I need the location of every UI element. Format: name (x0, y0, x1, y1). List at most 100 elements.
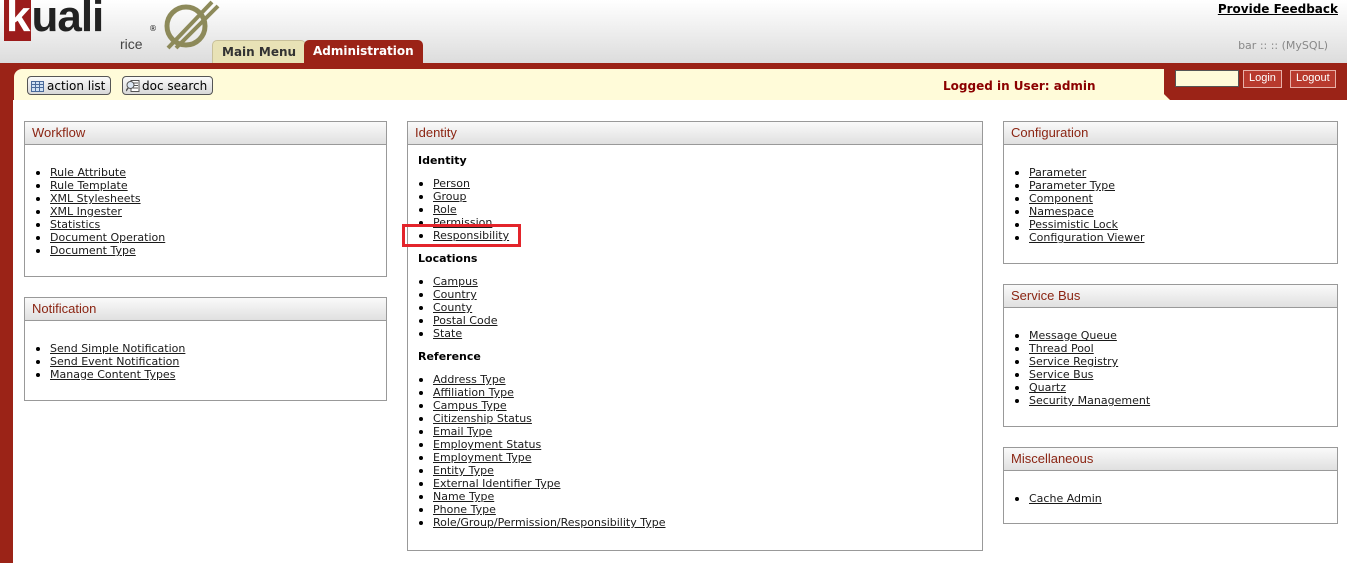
group-heading-identity: Identity (418, 154, 467, 167)
list-item: Campus Type (408, 399, 982, 412)
tab-administration[interactable]: Administration (304, 40, 423, 63)
link-document-operation[interactable]: Document Operation (50, 231, 165, 244)
list-item: XML Ingester (25, 205, 386, 218)
action-list-label: action list (47, 78, 106, 93)
panel-title: Workflow (25, 122, 386, 145)
list-item: Service Bus (1004, 368, 1337, 381)
list-item: Name Type (408, 490, 982, 503)
list-item: Role/Group/Permission/Responsibility Typ… (408, 516, 982, 529)
link-employment-type[interactable]: Employment Type (433, 451, 531, 464)
list-item: Email Type (408, 425, 982, 438)
link-external-identifier-type[interactable]: External Identifier Type (433, 477, 560, 490)
link-rule-template[interactable]: Rule Template (50, 179, 128, 192)
panel-title: Configuration (1004, 122, 1337, 145)
provide-feedback-link[interactable]: Provide Feedback (1218, 2, 1338, 16)
link-statistics[interactable]: Statistics (50, 218, 100, 231)
list-item: Group (408, 190, 982, 203)
panel-title: Miscellaneous (1004, 448, 1337, 471)
database-info: bar :: :: (MySQL) (1238, 39, 1328, 52)
link-pessimistic-lock[interactable]: Pessimistic Lock (1029, 218, 1118, 231)
list-item: Thread Pool (1004, 342, 1337, 355)
login-button[interactable]: Login (1243, 70, 1282, 88)
list-item: Rule Template (25, 179, 386, 192)
link-rule-attribute[interactable]: Rule Attribute (50, 166, 126, 179)
link-send-event-notification[interactable]: Send Event Notification (50, 355, 179, 368)
link-thread-pool[interactable]: Thread Pool (1029, 342, 1094, 355)
link-address-type[interactable]: Address Type (433, 373, 506, 386)
link-citizenship-status[interactable]: Citizenship Status (433, 412, 532, 425)
doc-search-button[interactable]: doc search (122, 76, 214, 95)
link-send-simple-notification[interactable]: Send Simple Notification (50, 342, 185, 355)
link-namespace[interactable]: Namespace (1029, 205, 1094, 218)
link-manage-content-types[interactable]: Manage Content Types (50, 368, 175, 381)
list-item: Quartz (1004, 381, 1337, 394)
link-cache-admin[interactable]: Cache Admin (1029, 492, 1102, 505)
logged-in-user: Logged in User: admin (943, 79, 1096, 93)
list-item: Citizenship Status (408, 412, 982, 425)
list-item: Send Event Notification (25, 355, 386, 368)
panel-title: Notification (25, 298, 386, 321)
list-item: Address Type (408, 373, 982, 386)
table-icon (31, 80, 44, 92)
logout-button[interactable]: Logout (1290, 70, 1336, 88)
list-item: Role (408, 203, 982, 216)
link-security-management[interactable]: Security Management (1029, 394, 1150, 407)
link-country[interactable]: Country (433, 288, 477, 301)
link-person[interactable]: Person (433, 177, 470, 190)
link-xml-stylesheets[interactable]: XML Stylesheets (50, 192, 141, 205)
link-email-type[interactable]: Email Type (433, 425, 492, 438)
link-entity-type[interactable]: Entity Type (433, 464, 494, 477)
link-phone-type[interactable]: Phone Type (433, 503, 496, 516)
list-item: Statistics (25, 218, 386, 231)
backdoor-login-input[interactable] (1175, 70, 1239, 87)
link-parameter[interactable]: Parameter (1029, 166, 1086, 179)
link-affiliation-type[interactable]: Affiliation Type (433, 386, 514, 399)
list-item: Employment Type (408, 451, 982, 464)
list-item: Rule Attribute (25, 166, 386, 179)
link-role-group-permission-responsibility-type[interactable]: Role/Group/Permission/Responsibility Typ… (433, 516, 666, 529)
tab-main-menu[interactable]: Main Menu (212, 40, 307, 64)
link-name-type[interactable]: Name Type (433, 490, 494, 503)
list-item: Phone Type (408, 503, 982, 516)
list-item: Entity Type (408, 464, 982, 477)
left-border (0, 63, 13, 563)
group-heading-reference: Reference (418, 350, 481, 363)
list-item: XML Stylesheets (25, 192, 386, 205)
list-item: Parameter Type (1004, 179, 1337, 192)
link-role[interactable]: Role (433, 203, 457, 216)
link-quartz[interactable]: Quartz (1029, 381, 1066, 394)
notification-links: Send Simple Notification Send Event Noti… (25, 342, 386, 381)
link-employment-status[interactable]: Employment Status (433, 438, 541, 451)
configuration-links: Parameter Parameter Type Component Names… (1004, 166, 1337, 244)
link-service-registry[interactable]: Service Registry (1029, 355, 1118, 368)
list-item: Pessimistic Lock (1004, 218, 1337, 231)
list-item: Message Queue (1004, 329, 1337, 342)
link-campus-type[interactable]: Campus Type (433, 399, 507, 412)
link-parameter-type[interactable]: Parameter Type (1029, 179, 1115, 192)
list-item: State (408, 327, 982, 340)
link-component[interactable]: Component (1029, 192, 1093, 205)
miscellaneous-panel: Miscellaneous Cache Admin (1003, 447, 1338, 524)
link-configuration-viewer[interactable]: Configuration Viewer (1029, 231, 1145, 244)
logo-reg: ® (149, 24, 157, 33)
action-list-button[interactable]: action list (27, 76, 112, 95)
link-state[interactable]: State (433, 327, 462, 340)
identity-panel: Identity Identity Person Group Role Perm… (407, 121, 983, 551)
list-item: Component (1004, 192, 1337, 205)
list-item: Country (408, 288, 982, 301)
link-service-bus[interactable]: Service Bus (1029, 368, 1093, 381)
list-item: County (408, 301, 982, 314)
link-county[interactable]: County (433, 301, 472, 314)
link-group[interactable]: Group (433, 190, 467, 203)
logo-text: uali (31, 0, 104, 41)
link-message-queue[interactable]: Message Queue (1029, 329, 1117, 342)
header: kuali ® rice Main Menu Administration Pr… (0, 0, 1347, 64)
link-document-type[interactable]: Document Type (50, 244, 136, 257)
list-item: Namespace (1004, 205, 1337, 218)
panel-title: Service Bus (1004, 285, 1337, 308)
logo-k: k (4, 0, 32, 41)
link-xml-ingester[interactable]: XML Ingester (50, 205, 122, 218)
link-campus[interactable]: Campus (433, 275, 478, 288)
link-postal-code[interactable]: Postal Code (433, 314, 497, 327)
configuration-panel: Configuration Parameter Parameter Type C… (1003, 121, 1338, 264)
